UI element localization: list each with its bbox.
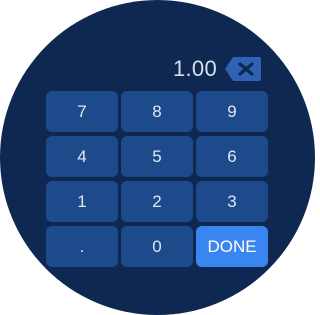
key-decimal[interactable]: . [46, 226, 118, 267]
done-button[interactable]: DONE [196, 226, 268, 267]
key-0[interactable]: 0 [121, 226, 193, 267]
key-1[interactable]: 1 [46, 181, 118, 222]
number-display: 1.00 [0, 52, 315, 86]
key-3[interactable]: 3 [196, 181, 268, 222]
backspace-icon [225, 57, 261, 81]
key-9[interactable]: 9 [196, 91, 268, 132]
watch-screen: 1.00 7 8 9 4 5 6 1 2 3 . 0 DONE [0, 0, 315, 315]
key-7[interactable]: 7 [46, 91, 118, 132]
backspace-button[interactable] [224, 56, 262, 82]
display-value: 1.00 [172, 56, 217, 81]
key-5[interactable]: 5 [121, 136, 193, 177]
key-4[interactable]: 4 [46, 136, 118, 177]
key-8[interactable]: 8 [121, 91, 193, 132]
key-6[interactable]: 6 [196, 136, 268, 177]
key-2[interactable]: 2 [121, 181, 193, 222]
